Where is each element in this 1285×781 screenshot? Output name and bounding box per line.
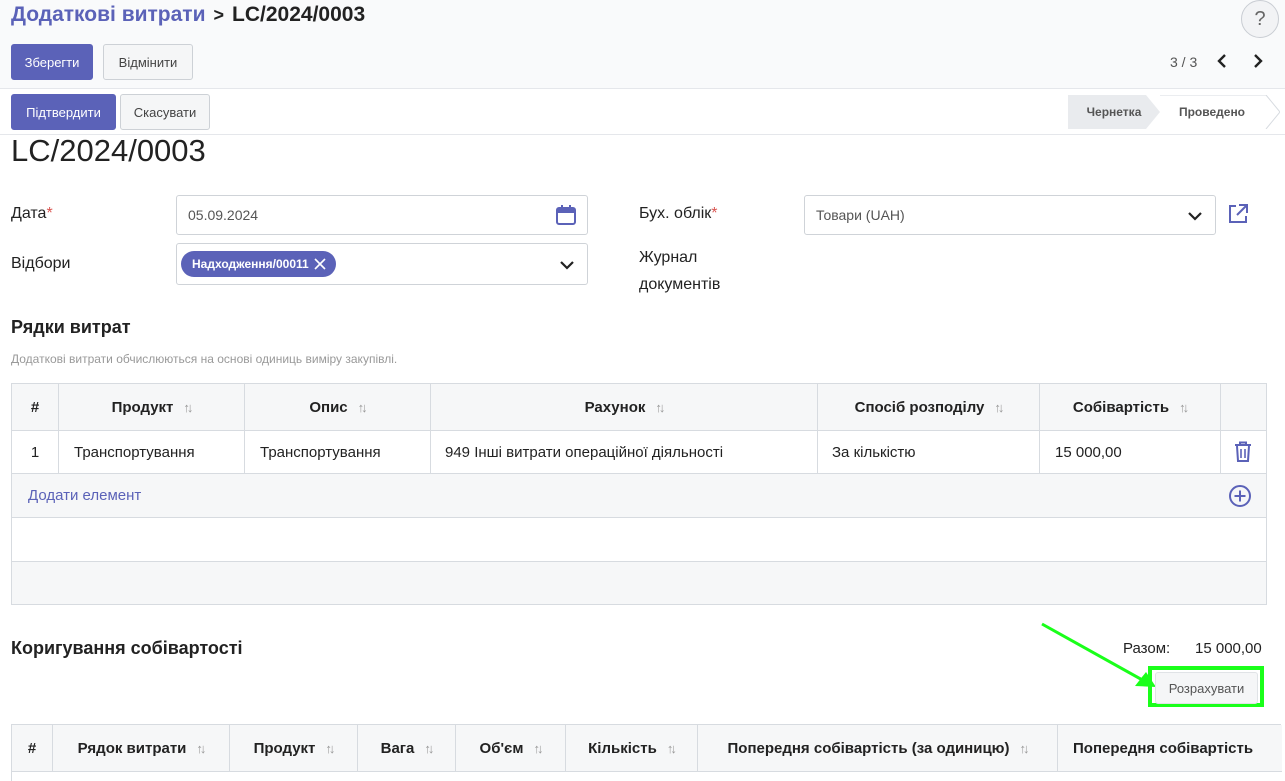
chevron-down-icon[interactable] <box>1188 211 1202 221</box>
breadcrumb-parent-link[interactable]: Додаткові витрати <box>11 3 206 27</box>
column-header-product[interactable]: Продукт ↑↓ <box>229 725 357 771</box>
cancel-button[interactable]: Скасувати <box>120 94 210 130</box>
discard-button[interactable]: Відмінити <box>103 44 193 80</box>
cost-lines-table: # Продукт ↑↓ Опис ↑↓ Рахунок ↑↓ Спосіб розп… <box>11 383 1267 605</box>
column-header-cost-line[interactable]: Рядок витрати ↑↓ <box>52 725 229 771</box>
cost-lines-title: Рядки витрат <box>11 317 131 337</box>
compute-button[interactable]: Розрахувати <box>1155 672 1258 704</box>
control-panel: Додаткові витрати > LC/2024/0003 ? Збере… <box>0 0 1285 89</box>
sort-icon: ↑↓ <box>183 399 193 415</box>
stage-posted[interactable]: Проведено <box>1172 95 1252 129</box>
column-header-former-cost[interactable]: Попередня собівартість <box>1057 725 1282 771</box>
pager-value[interactable]: 3 / 3 <box>1170 54 1197 70</box>
external-link-icon[interactable] <box>1227 203 1249 225</box>
row-cost[interactable]: 15 000,00 <box>1055 431 1122 473</box>
account-field[interactable]: Товари (UAH) <box>804 195 1216 235</box>
add-circle-icon[interactable] <box>1228 484 1252 508</box>
date-value: 05.09.2024 <box>188 207 259 223</box>
chevron-left-icon <box>1217 54 1226 68</box>
sort-icon: ↑↓ <box>196 740 206 756</box>
sort-icon: ↑↓ <box>1019 740 1030 756</box>
sort-icon: ↑↓ <box>1179 399 1189 415</box>
column-header-weight[interactable]: Вага ↑↓ <box>357 725 455 771</box>
cost-lines-hint: Додаткові витрати обчислюються на основі… <box>11 352 398 366</box>
row-product[interactable]: Транспортування <box>74 431 195 473</box>
chevron-down-icon[interactable] <box>560 260 574 270</box>
pager-next-button[interactable] <box>1247 50 1269 72</box>
column-header-account[interactable]: Рахунок ↑↓ <box>430 384 817 430</box>
column-header-quantity[interactable]: Кількість ↑↓ <box>565 725 697 771</box>
add-line-link[interactable]: Додати елемент <box>28 474 141 517</box>
column-header-split-method[interactable]: Спосіб розподілу ↑↓ <box>817 384 1039 430</box>
column-header-product[interactable]: Продукт ↑↓ <box>58 384 244 430</box>
date-label: Дата* <box>11 205 53 222</box>
row-split-method[interactable]: За кількістю <box>832 431 916 473</box>
record-title: LC/2024/0003 <box>11 133 206 168</box>
sort-icon: ↑↓ <box>325 740 335 756</box>
chevron-right-icon <box>1254 54 1263 68</box>
stage-draft[interactable]: Чернетка <box>1068 95 1160 129</box>
status-bar: Підтвердити Скасувати Чернетка Проведено <box>0 89 1285 135</box>
row-number: 1 <box>30 443 40 461</box>
pager-previous-button[interactable] <box>1211 50 1233 72</box>
calendar-icon[interactable] <box>555 204 577 226</box>
breadcrumb-separator: > <box>213 4 225 25</box>
account-label: Бух. облік* <box>639 205 718 222</box>
date-field[interactable]: 05.09.2024 <box>176 195 588 235</box>
breadcrumb: Додаткові витрати > LC/2024/0003 <box>11 3 365 27</box>
row-description[interactable]: Транспортування <box>260 431 381 473</box>
column-header-former-cost-per-unit[interactable]: Попередня собівартість (за одиницю) ↑↓ <box>697 725 1057 771</box>
table-footer <box>12 562 1266 604</box>
column-header-number[interactable]: # <box>12 384 58 430</box>
column-header-description[interactable]: Опис ↑↓ <box>244 384 430 430</box>
picking-tag-label: Надходження/00011 <box>192 257 309 271</box>
valuation-table: # Рядок витрати ↑↓ Продукт ↑↓ Вага ↑↓ Об'єм… <box>11 724 1282 781</box>
column-header-cost[interactable]: Собівартість ↑↓ <box>1039 384 1220 430</box>
breadcrumb-current: LC/2024/0003 <box>232 3 366 26</box>
close-icon[interactable] <box>314 258 326 270</box>
sort-icon: ↑↓ <box>533 740 543 756</box>
arrow-annotation-icon <box>1041 622 1156 687</box>
row-account[interactable]: 949 Інші витрати операційної діяльності <box>445 431 723 473</box>
help-button[interactable]: ? <box>1241 0 1279 38</box>
add-line-row <box>12 473 1266 517</box>
sort-icon: ↑↓ <box>666 740 677 756</box>
trash-icon[interactable] <box>1234 441 1252 462</box>
save-button[interactable]: Зберегти <box>11 44 93 80</box>
account-value: Товари (UAH) <box>816 207 905 223</box>
picking-tag: Надходження/00011 <box>181 251 336 277</box>
sort-icon: ↑↓ <box>655 399 665 415</box>
pickings-field[interactable]: Надходження/00011 <box>176 243 588 285</box>
sort-icon: ↑↓ <box>994 399 1004 415</box>
confirm-button[interactable]: Підтвердити <box>11 94 116 130</box>
sort-icon: ↑↓ <box>424 740 434 756</box>
column-header-volume[interactable]: Об'єм ↑↓ <box>455 725 565 771</box>
sort-icon: ↑↓ <box>357 399 368 415</box>
column-header-number[interactable]: # <box>12 725 52 771</box>
total-value: 15 000,00 <box>1195 640 1262 657</box>
pickings-label: Відбори <box>11 255 71 272</box>
journal-label: Журнал документів <box>639 249 721 293</box>
valuation-title: Коригування собівартості <box>11 638 243 658</box>
